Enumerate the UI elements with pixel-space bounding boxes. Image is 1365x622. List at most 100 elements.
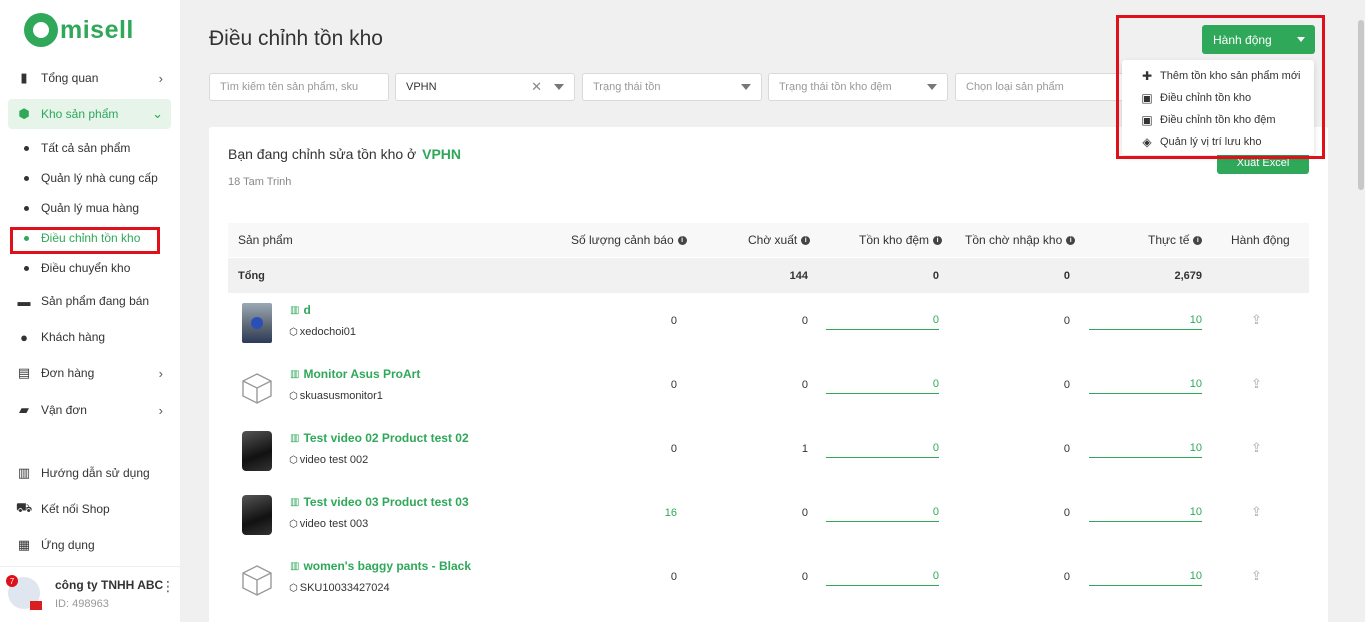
sidebar-item-label: Sản phẩm đang bán (41, 294, 150, 308)
upload-cloud-icon[interactable]: ⇪ (1251, 312, 1262, 328)
sidebar-item-label: Khách hàng (41, 330, 106, 344)
product-name-link[interactable]: ▥ Test video 03 Product test 03 (290, 495, 469, 509)
upload-cloud-icon[interactable]: ⇪ (1251, 376, 1262, 392)
actual-stock-input[interactable]: 10 (1089, 310, 1202, 330)
bullet-icon (24, 265, 29, 271)
cube-icon: ⬡ (289, 582, 298, 594)
column-label: Chờ xuất (748, 233, 798, 247)
total-buffer-stock: 0 (932, 269, 939, 282)
sidebar-item-products[interactable]: ⬢ Kho sản phẩm ⌄ (8, 99, 171, 129)
company-switcher[interactable]: 7 công ty TNHH ABC ID: 498963 ⋮ (0, 566, 180, 622)
buffer-stock-input[interactable]: 0 (826, 502, 939, 522)
search-input[interactable]: Tìm kiếm tên sản phẩm, sku (209, 73, 389, 101)
sidebar-subitem-label: Tất cả sản phẩm (41, 141, 131, 155)
sidebar-subitem-suppliers[interactable]: Quản lý nhà cung cấp (18, 167, 158, 189)
box-placeholder-icon (242, 373, 272, 404)
warehouse-select[interactable]: VPHN ✕ (395, 73, 575, 101)
notification-badge: 7 (6, 575, 18, 587)
actual-stock-input[interactable]: 10 (1089, 566, 1202, 586)
table-row: ▥ Test video 03 Product test 03 ⬡ video te… (228, 485, 1309, 549)
column-label: Số lượng cảnh báo (571, 233, 674, 247)
vietnam-flag-icon (30, 601, 42, 610)
briefcase-icon: ▬ (17, 293, 31, 309)
sidebar-item-overview[interactable]: ▮ Tổng quan › (8, 63, 171, 93)
product-name-link[interactable]: ▥ d (290, 303, 311, 317)
table-row: ▥ d ⬡ xedochoi01 0 0 0 0 10 ⇪ (228, 293, 1309, 357)
clear-icon[interactable]: ✕ (531, 79, 542, 95)
cube-icon: ⬡ (289, 390, 298, 402)
sidebar-item-shipping[interactable]: ▰ Vận đơn › (8, 395, 171, 425)
column-product: Sản phẩm (238, 223, 293, 257)
sidebar-item-label: Hướng dẫn sử dụng (41, 466, 150, 480)
pending-in: 0 (1063, 379, 1070, 391)
table-row: ▥ Monitor Asus ProArt ⬡ skuasusmonitor1 0 … (228, 357, 1309, 421)
chevron-down-icon: ⌄ (152, 106, 163, 121)
buffer-stock-input[interactable]: 0 (826, 566, 939, 586)
sidebar-item-apps[interactable]: ▦ Ứng dụng (8, 530, 171, 560)
pending-in: 0 (1063, 315, 1070, 327)
upload-cloud-icon[interactable]: ⇪ (1251, 568, 1262, 584)
warning-qty: 0 (670, 315, 677, 327)
company-name: công ty TNHH ABC (55, 578, 164, 592)
card-heading: Bạn đang chỉnh sửa tồn kho ở VPHN (228, 146, 461, 162)
actual-stock-input[interactable]: 10 (1089, 502, 1202, 522)
pending-in: 0 (1063, 571, 1070, 583)
warning-qty: 16 (664, 507, 677, 519)
product-name-link[interactable]: ▥ women's baggy pants - Black (290, 559, 471, 573)
stock-status-placeholder: Trạng thái tồn (593, 81, 661, 93)
product-name: women's baggy pants - Black (303, 559, 472, 573)
box-placeholder-icon (242, 565, 272, 596)
stock-card: Bạn đang chỉnh sửa tồn kho ở VPHN 18 Tam… (209, 127, 1328, 622)
sku-text: xedochoi01 (299, 326, 357, 338)
table-row: ▥ Test video 02 Product test 02 ⬡ video te… (228, 421, 1309, 485)
upload-cloud-icon[interactable]: ⇪ (1251, 504, 1262, 520)
product-name-link[interactable]: ▥ Test video 02 Product test 02 (290, 431, 469, 445)
stock-status-select[interactable]: Trạng thái tồn (582, 73, 762, 101)
table-header: Sản phẩm Số lượng cảnh báo i Chờ xuất i Tồ… (228, 223, 1309, 257)
sidebar-item-orders[interactable]: ▤ Đơn hàng › (8, 358, 171, 388)
sku-text: skuasusmonitor1 (299, 390, 383, 402)
logo-text: misell (60, 15, 134, 44)
buffer-stock-input[interactable]: 0 (826, 438, 939, 458)
buffer-status-select[interactable]: Trạng thái tồn kho đệm (768, 73, 948, 101)
product-name-link[interactable]: ▥ Monitor Asus ProArt (290, 367, 420, 381)
sidebar-subitem-purchasing[interactable]: Quản lý mua hàng (18, 197, 139, 219)
info-icon[interactable]: i (1066, 235, 1076, 245)
cube-icon: ⬡ (289, 518, 298, 530)
sidebar-item-guide[interactable]: ▥ Hướng dẫn sử dụng (8, 458, 171, 488)
logo[interactable]: misell (24, 12, 134, 48)
scrollbar-thumb[interactable] (1358, 20, 1364, 190)
product-sku: ⬡ video test 002 (289, 454, 368, 466)
company-id: ID: 498963 (55, 598, 109, 610)
sidebar-subitem-stock-transfer[interactable]: Điều chuyển kho (18, 257, 130, 279)
page-scrollbar[interactable] (1357, 0, 1365, 622)
column-pending-out: Chờ xuất i (748, 223, 811, 257)
warehouse-value: VPHN (406, 81, 437, 93)
search-placeholder: Tìm kiếm tên sản phẩm, sku (220, 81, 359, 93)
actual-stock-input[interactable]: 10 (1089, 374, 1202, 394)
sidebar-item-connect-shop[interactable]: ⛟ Kết nối Shop (8, 494, 171, 524)
more-vertical-icon[interactable]: ⋮ (161, 578, 175, 595)
buffer-stock-input[interactable]: 0 (826, 374, 939, 394)
product-type-select[interactable]: Chọn loại sản phẩm (955, 73, 1125, 101)
actual-stock-input[interactable]: 10 (1089, 438, 1202, 458)
total-actual: 2,679 (1174, 269, 1202, 282)
column-buffer-stock: Tồn kho đệm i (859, 223, 943, 257)
product-name: Monitor Asus ProArt (303, 367, 421, 381)
pending-in: 0 (1063, 443, 1070, 455)
info-icon[interactable]: i (801, 235, 811, 245)
warning-qty: 0 (670, 443, 677, 455)
product-type-placeholder: Chọn loại sản phẩm (966, 81, 1064, 93)
sidebar-item-customers[interactable]: ● Khách hàng (8, 322, 171, 352)
upload-cloud-icon[interactable]: ⇪ (1251, 440, 1262, 456)
buffer-stock-input[interactable]: 0 (826, 310, 939, 330)
info-icon[interactable]: i (677, 235, 687, 245)
info-icon[interactable]: i (933, 235, 943, 245)
product-name: Test video 03 Product test 03 (303, 495, 469, 509)
sidebar-item-selling[interactable]: ▬ Sản phẩm đang bán (8, 286, 171, 316)
sidebar-item-label: Đơn hàng (41, 366, 95, 380)
apps-icon: ▦ (17, 537, 31, 552)
warning-qty: 0 (670, 379, 677, 391)
info-icon[interactable]: i (1193, 235, 1203, 245)
sidebar-subitem-all-products[interactable]: Tất cả sản phẩm (18, 137, 130, 159)
